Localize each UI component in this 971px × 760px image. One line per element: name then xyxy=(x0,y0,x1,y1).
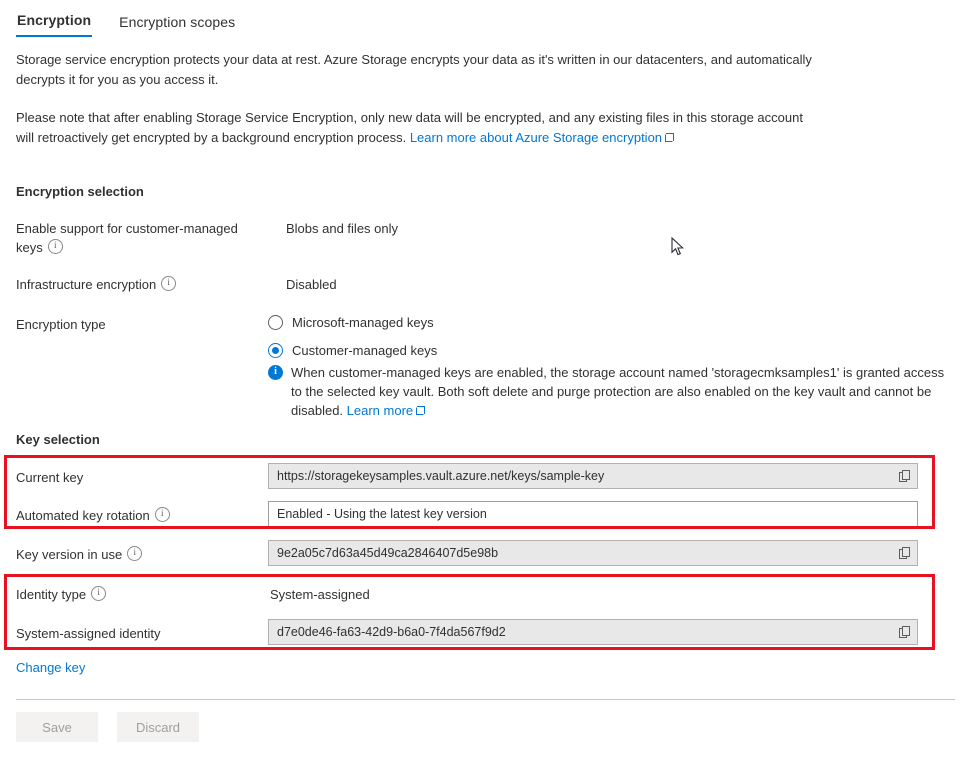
intro-paragraph-2: Please note that after enabling Storage … xyxy=(16,108,816,148)
copy-icon[interactable] xyxy=(893,620,917,644)
automated-key-rotation-label: Automated key rotation xyxy=(16,506,266,525)
change-key-link[interactable]: Change key xyxy=(16,660,85,675)
infrastructure-encryption-label: Infrastructure encryption xyxy=(16,275,266,294)
change-key-link-wrapper: Change key xyxy=(16,660,85,675)
automated-key-rotation-field[interactable]: Enabled - Using the latest key version xyxy=(268,501,918,527)
copy-icon[interactable] xyxy=(893,541,917,565)
key-version-in-use-field[interactable]: 9e2a05c7d63a45d49ca2846407d5e98b xyxy=(268,540,918,566)
cmk-info-message-text-wrap: When customer-managed keys are enabled, … xyxy=(291,363,950,420)
radio-customer-managed-keys-label: Customer-managed keys xyxy=(292,343,437,358)
radio-customer-managed-keys[interactable]: Customer-managed keys xyxy=(268,339,437,361)
info-icon[interactable] xyxy=(161,276,176,291)
identity-type-value: System-assigned xyxy=(270,585,370,604)
info-icon[interactable] xyxy=(127,546,142,561)
mouse-cursor xyxy=(671,237,685,260)
copy-icon[interactable] xyxy=(893,464,917,488)
system-assigned-identity-field[interactable]: d7e0de46-fa63-42d9-b6a0-7f4da567f9d2 xyxy=(268,619,918,645)
info-icon[interactable] xyxy=(155,507,170,522)
tab-encryption[interactable]: Encryption xyxy=(16,12,92,37)
automated-key-rotation-label-text: Automated key rotation xyxy=(16,508,150,523)
automated-key-rotation-value: Enabled - Using the latest key version xyxy=(269,507,917,521)
cmk-info-message: When customer-managed keys are enabled, … xyxy=(268,363,950,420)
save-button[interactable]: Save xyxy=(16,712,98,742)
external-link-icon xyxy=(665,133,674,142)
info-filled-icon xyxy=(268,365,283,380)
tab-bar: Encryption Encryption scopes xyxy=(16,12,236,37)
cmk-support-value: Blobs and files only xyxy=(286,219,398,238)
identity-type-label: Identity type xyxy=(16,585,266,604)
discard-button[interactable]: Discard xyxy=(117,712,199,742)
info-icon[interactable] xyxy=(48,239,63,254)
learn-more-link[interactable]: Learn more xyxy=(347,403,413,418)
tab-encryption-scopes[interactable]: Encryption scopes xyxy=(118,14,236,37)
footer-divider xyxy=(16,699,955,700)
infrastructure-encryption-label-text: Infrastructure encryption xyxy=(16,277,156,292)
system-assigned-identity-value: d7e0de46-fa63-42d9-b6a0-7f4da567f9d2 xyxy=(269,625,893,639)
encryption-selection-heading: Encryption selection xyxy=(16,184,144,199)
external-link-icon xyxy=(416,406,425,415)
intro-paragraph-1: Storage service encryption protects your… xyxy=(16,50,816,90)
current-key-label: Current key xyxy=(16,468,266,487)
identity-type-label-text: Identity type xyxy=(16,587,86,602)
radio-microsoft-managed-keys[interactable]: Microsoft-managed keys xyxy=(268,311,437,333)
infrastructure-encryption-value: Disabled xyxy=(286,275,337,294)
learn-more-azure-storage-encryption-link[interactable]: Learn more about Azure Storage encryptio… xyxy=(410,130,662,145)
encryption-type-radio-group: Microsoft-managed keys Customer-managed … xyxy=(268,311,437,367)
cmk-support-label: Enable support for customer-managed keys xyxy=(16,219,264,257)
current-key-field[interactable]: https://storagekeysamples.vault.azure.ne… xyxy=(268,463,918,489)
encryption-type-label: Encryption type xyxy=(16,315,266,334)
key-version-in-use-label: Key version in use xyxy=(16,545,266,564)
radio-microsoft-managed-keys-label: Microsoft-managed keys xyxy=(292,315,434,330)
key-version-in-use-value: 9e2a05c7d63a45d49ca2846407d5e98b xyxy=(269,546,893,560)
key-version-in-use-label-text: Key version in use xyxy=(16,547,122,562)
key-selection-heading: Key selection xyxy=(16,432,100,447)
radio-mark-checked-icon xyxy=(268,343,283,358)
current-key-value: https://storagekeysamples.vault.azure.ne… xyxy=(269,469,893,483)
system-assigned-identity-label: System-assigned identity xyxy=(16,624,266,643)
info-icon[interactable] xyxy=(91,586,106,601)
radio-mark-unchecked-icon xyxy=(268,315,283,330)
